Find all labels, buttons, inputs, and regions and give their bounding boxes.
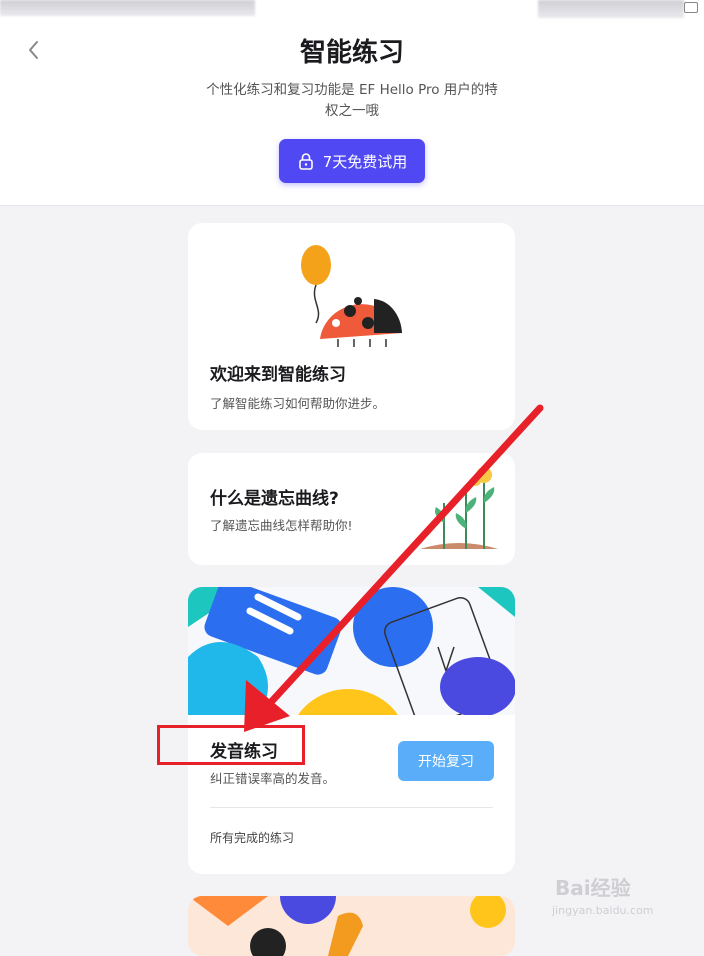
watermark-logo: Bai经验 [555,876,631,900]
annotation-highlight-box [157,725,305,765]
annotation-arrow [244,404,544,732]
watermark-url: jingyan.baidu.com [552,904,654,917]
